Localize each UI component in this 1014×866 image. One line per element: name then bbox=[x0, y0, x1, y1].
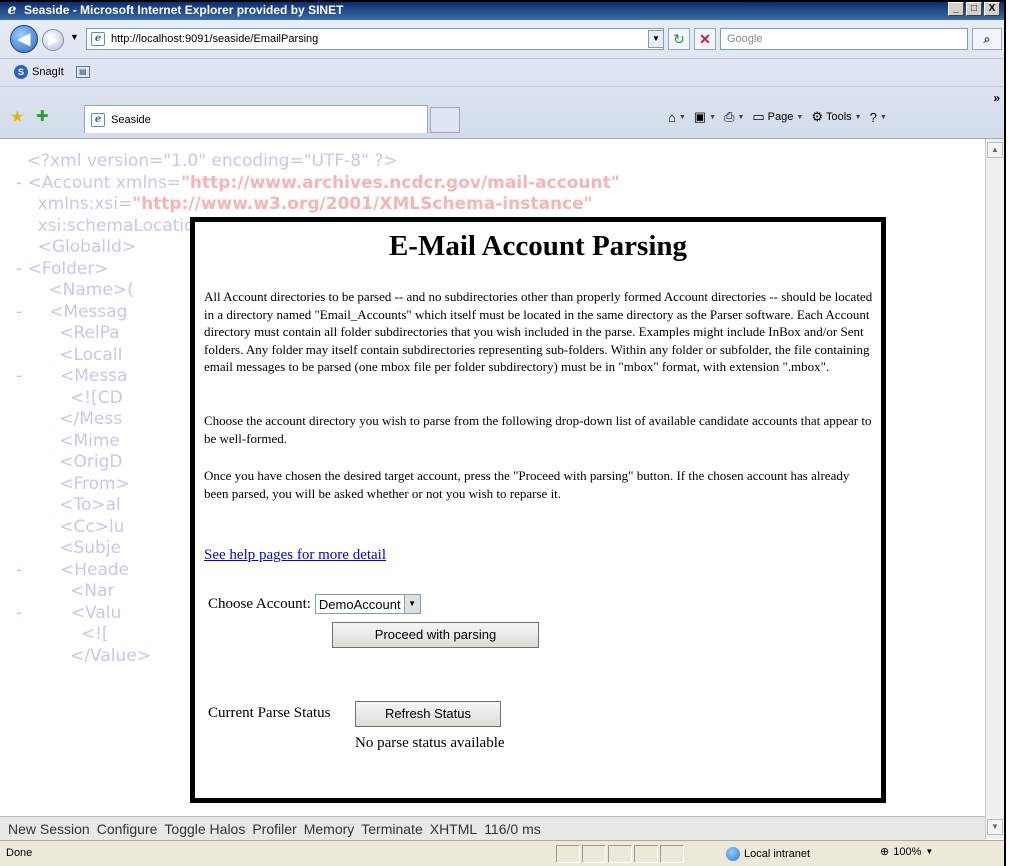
seaside-toolbar: New Session Configure Toggle Halos Profi… bbox=[0, 816, 985, 840]
zoom-icon: ⊕ bbox=[880, 846, 890, 858]
frame-right-edge bbox=[1004, 0, 1014, 866]
security-zone[interactable]: Local intranet bbox=[722, 845, 872, 863]
render-time: 116/0 ms bbox=[484, 820, 541, 837]
window-title-bar: e Seaside - Microsoft Internet Explorer … bbox=[0, 0, 1004, 20]
address-dropdown-icon[interactable]: ▼ bbox=[648, 30, 664, 48]
scroll-down-icon[interactable]: ▼ bbox=[987, 819, 1003, 835]
status-cell bbox=[634, 845, 658, 863]
choose-account-label: Choose Account: bbox=[208, 595, 311, 612]
page-menu[interactable]: ▭ Page ▼ bbox=[750, 107, 805, 127]
globe-icon bbox=[726, 847, 740, 861]
toggle-halos-link[interactable]: Toggle Halos bbox=[164, 821, 245, 837]
forward-button[interactable]: ▶ bbox=[42, 29, 64, 51]
status-cell bbox=[582, 845, 606, 863]
proceed-paragraph: Once you have chosen the desired target … bbox=[204, 468, 850, 501]
status-cell bbox=[556, 845, 580, 863]
help-link[interactable]: See help pages for more detail bbox=[204, 547, 386, 564]
new-tab-button[interactable] bbox=[430, 107, 460, 133]
frame-top-edge bbox=[0, 0, 1014, 2]
tab-seaside[interactable]: e Seaside bbox=[84, 105, 428, 133]
xml-line: xmlns:xsi="http://www.w3.org/2001/XMLSch… bbox=[26, 194, 593, 214]
snagit-icon: S bbox=[14, 64, 28, 79]
chevron-more-icon[interactable]: » bbox=[993, 91, 1000, 105]
zoom-dropdown-icon: ▼ bbox=[925, 847, 934, 856]
xhtml-link[interactable]: XHTML bbox=[430, 821, 477, 837]
page-menu-label: Page bbox=[767, 111, 794, 123]
help-button[interactable]: ? ▼ bbox=[868, 108, 889, 127]
tab-label: Seaside bbox=[111, 113, 151, 126]
minimize-button[interactable]: _ bbox=[948, 2, 964, 16]
status-cell bbox=[608, 845, 632, 863]
status-bar: Done Local intranet ⊕ 100% ▼ bbox=[0, 840, 1004, 866]
gear-icon: ⚙ bbox=[811, 109, 823, 124]
parse-status-message: No parse status available bbox=[355, 735, 505, 751]
instructions-paragraph: All Account directories to be parsed -- … bbox=[204, 289, 873, 374]
dialog-title: E-Mail Account Parsing bbox=[388, 230, 688, 262]
snagit-edit-icon[interactable]: ▤ bbox=[75, 65, 90, 78]
window-title: Seaside - Microsoft Internet Explorer pr… bbox=[24, 3, 344, 17]
snagit-toolbar: S SnagIt ▤ bbox=[0, 58, 1004, 84]
chevron-down-icon[interactable]: ▼ bbox=[403, 595, 420, 613]
status-text: Done bbox=[6, 847, 33, 859]
browser-chrome: ◀ ▶ ▼ e http://localhost:9091/seaside/Em… bbox=[0, 20, 1004, 139]
status-cell bbox=[660, 845, 684, 863]
scroll-up-icon[interactable]: ▲ bbox=[987, 142, 1003, 158]
zone-label: Local intranet bbox=[744, 848, 811, 860]
close-button[interactable]: X bbox=[984, 2, 1000, 16]
home-icon: ⌂ bbox=[668, 109, 676, 125]
address-bar[interactable]: e http://localhost:9091/seaside/EmailPar… bbox=[86, 28, 664, 50]
zoom-level: 100% bbox=[893, 845, 922, 858]
memory-link[interactable]: Memory bbox=[304, 821, 355, 837]
search-input[interactable]: Google bbox=[720, 28, 968, 50]
account-select[interactable]: DemoAccount ▼ bbox=[314, 594, 421, 614]
page-content: <?xml version="1.0" encoding="UTF-8" ?> -… bbox=[0, 139, 985, 816]
snagit-button[interactable]: SnagIt bbox=[32, 66, 64, 78]
configure-link[interactable]: Configure bbox=[97, 821, 158, 837]
new-session-link[interactable]: New Session bbox=[8, 821, 90, 837]
ie-logo-icon: e bbox=[7, 2, 17, 18]
choose-account-row: Choose Account: DemoAccount ▼ bbox=[208, 594, 421, 614]
print-button[interactable]: ⎙ ▼ bbox=[722, 107, 746, 127]
profiler-link[interactable]: Profiler bbox=[252, 821, 296, 837]
proceed-button[interactable]: Proceed with parsing bbox=[332, 622, 539, 648]
choose-paragraph: Choose the account directory you wish to… bbox=[204, 413, 872, 446]
feeds-button[interactable]: ▣ ▼ bbox=[692, 107, 718, 127]
account-select-value: DemoAccount bbox=[318, 596, 401, 612]
zoom-control[interactable]: ⊕ 100% ▼ bbox=[880, 845, 934, 859]
tab-page-icon: e bbox=[91, 112, 105, 127]
page-icon: e bbox=[91, 32, 105, 46]
stop-icon[interactable]: ✕ bbox=[694, 28, 716, 50]
print-icon: ⎙ bbox=[724, 109, 735, 124]
refresh-status-button[interactable]: Refresh Status bbox=[355, 701, 501, 727]
help-icon: ? bbox=[869, 109, 877, 125]
xml-line: <?xml version="1.0" encoding="UTF-8" ?> bbox=[26, 151, 398, 171]
address-url: http://localhost:9091/seaside/EmailParsi… bbox=[111, 33, 319, 45]
page-menu-icon: ▭ bbox=[752, 109, 765, 124]
feed-icon: ▣ bbox=[693, 109, 707, 124]
refresh-icon[interactable]: ↻ bbox=[668, 28, 690, 50]
tab-row: ★ ✚ e Seaside ⌂ ▼ ▣ ▼ ⎙ ▼ ▭ Page ▼ ⚙ Tools ▼ ? ▼… bbox=[0, 86, 1004, 138]
command-bar: ⌂ ▼ ▣ ▼ ⎙ ▼ ▭ Page ▼ ⚙ Tools ▼ ? ▼ bbox=[666, 107, 889, 127]
vertical-scrollbar[interactable]: ▲ ▼ bbox=[985, 139, 1004, 839]
add-favorite-icon[interactable]: ✚ bbox=[36, 107, 49, 125]
favorites-star-icon[interactable]: ★ bbox=[10, 107, 24, 127]
search-icon[interactable]: ⌕ bbox=[972, 28, 1002, 50]
parse-status-label: Current Parse Status bbox=[208, 705, 331, 721]
email-parsing-dialog: E-Mail Account Parsing All Account direc… bbox=[190, 217, 886, 803]
tools-menu[interactable]: ⚙ Tools ▼ bbox=[809, 107, 863, 127]
recent-pages-dropdown-icon[interactable]: ▼ bbox=[70, 32, 79, 42]
back-button[interactable]: ◀ bbox=[10, 25, 38, 53]
terminate-link[interactable]: Terminate bbox=[361, 821, 422, 837]
tools-menu-label: Tools bbox=[825, 111, 852, 123]
maximize-button[interactable]: □ bbox=[966, 2, 982, 16]
home-button[interactable]: ⌂ ▼ bbox=[666, 108, 688, 127]
xml-line[interactable]: - <Account xmlns="http://www.archives.nc… bbox=[16, 173, 668, 195]
